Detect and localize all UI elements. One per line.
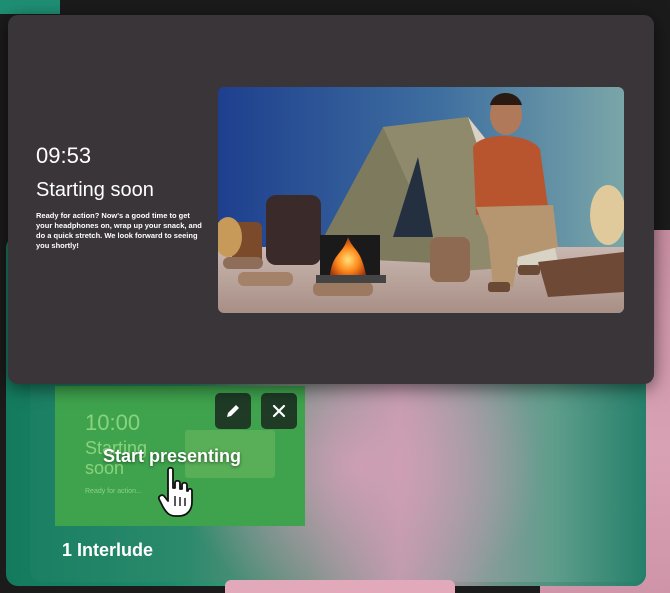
edit-button[interactable] — [215, 393, 251, 429]
card-label: 1 Interlude — [62, 540, 154, 560]
thumbnail-description: Ready for action... — [85, 488, 142, 495]
thumbnail-time: 10:00 — [85, 410, 141, 435]
remove-button[interactable] — [261, 393, 297, 429]
close-icon — [272, 404, 286, 418]
hand-pointer-cursor-icon — [158, 466, 193, 517]
preview-description: Ready for action? Now's a good time to g… — [36, 211, 202, 250]
start-presenting-button[interactable]: Start presenting — [103, 446, 241, 467]
camping-scene-image — [218, 87, 624, 313]
slide-preview-popup: 09:53 Starting soon Ready for action? No… — [8, 15, 654, 384]
preview-time: 09:53 — [36, 143, 92, 168]
preview-title: Starting soon — [36, 179, 154, 201]
pencil-icon — [227, 405, 239, 417]
background-pink-bottom — [225, 580, 455, 593]
